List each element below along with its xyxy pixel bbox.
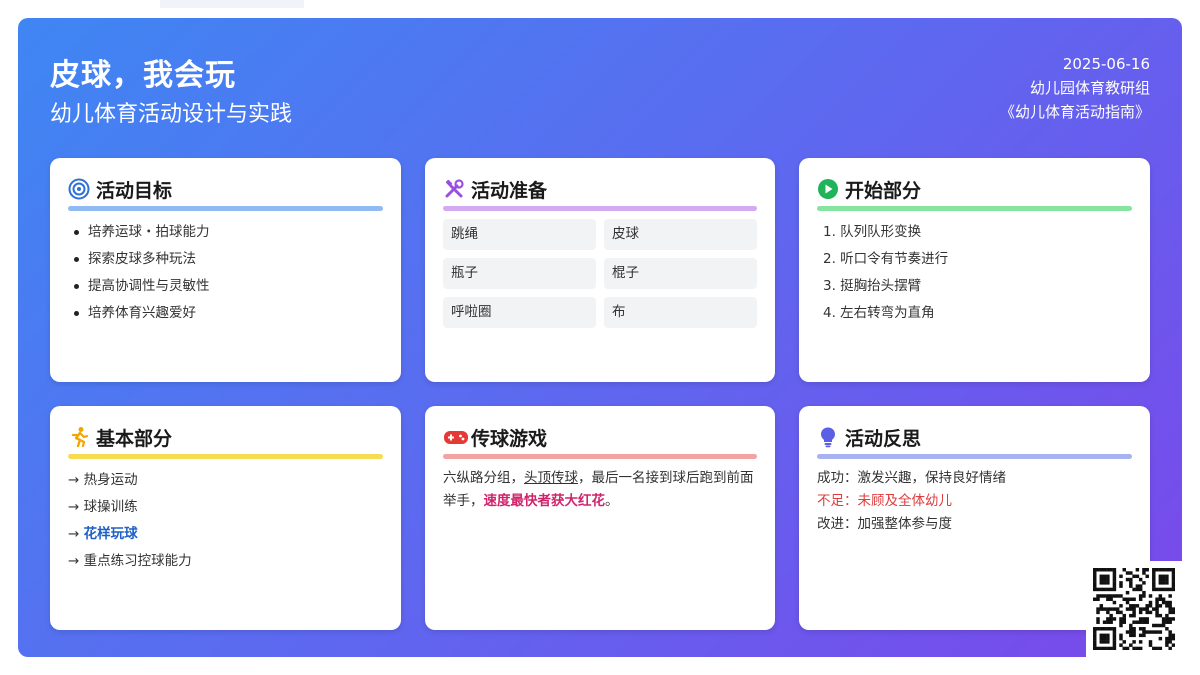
goals-title: 活动目标 [96, 179, 173, 202]
page-subtitle: 幼儿体育活动设计与实践 [50, 102, 293, 127]
top-strip [160, 0, 304, 8]
basic-card: 基本部分 → 热身运动 → 球操训练 → 花样玩球 → 重点练习控球能力 [50, 406, 401, 630]
gamepad-icon [443, 426, 468, 448]
arrow-icon: → [68, 499, 80, 515]
reflection-success: 成功：激发兴趣，保持良好情绪 [817, 470, 1006, 486]
goals-divider [68, 206, 383, 211]
slide: 皮球，我会玩 幼儿体育活动设计与实践 2025-06-16 幼儿园体育教研组 《… [18, 18, 1182, 657]
game-card: 传球游戏 六纵路分组，头顶传球，最后一名接到球后跑到前面举手，速度最快者获大红花… [425, 406, 775, 630]
list-item: 培养运球・拍球能力 [72, 219, 383, 246]
opening-header: 开始部分 [817, 176, 1132, 202]
list-item: 1. 队列队形变换 [823, 224, 922, 240]
source-label: 《幼儿体育活动指南》 [999, 103, 1150, 121]
prep-title: 活动准备 [471, 179, 548, 202]
reflection-improve: 改进：加强整体参与度 [817, 516, 952, 532]
game-divider [443, 454, 757, 459]
prep-item: 跳绳 [443, 219, 596, 250]
list-item: 4. 左右转弯为直角 [823, 305, 935, 321]
basic-list: → 热身运动 → 球操训练 → 花样玩球 → 重点练习控球能力 [68, 467, 383, 575]
author-label: 幼儿园体育教研组 [1029, 79, 1150, 97]
game-text-part: 。 [605, 493, 619, 509]
game-title: 传球游戏 [471, 427, 548, 450]
prep-item: 棍子 [604, 258, 757, 289]
opening-title: 开始部分 [845, 179, 922, 202]
target-icon [68, 178, 90, 200]
prep-grid: 跳绳 皮球 瓶子 棍子 呼啦圈 布 [443, 219, 757, 328]
arrow-icon: → [68, 472, 80, 488]
play-icon [817, 178, 839, 200]
goals-card: 活动目标 培养运球・拍球能力 探索皮球多种玩法 提高协调性与灵敏性 培养体育兴趣… [50, 158, 401, 382]
prep-item: 皮球 [604, 219, 757, 250]
opening-divider [817, 206, 1132, 211]
tools-icon [443, 178, 465, 200]
basic-title: 基本部分 [96, 427, 173, 450]
list-item: 2. 听口令有节奏进行 [823, 251, 949, 267]
prep-header: 活动准备 [443, 176, 757, 202]
reflection-list: 成功：激发兴趣，保持良好情绪 不足：未顾及全体幼儿 改进：加强整体参与度 [817, 467, 1132, 536]
prep-card: 活动准备 跳绳 皮球 瓶子 棍子 呼啦圈 布 [425, 158, 775, 382]
meta-info: 2025-06-16 幼儿园体育教研组 《幼儿体育活动指南》 [1000, 52, 1150, 124]
arrow-icon: → [68, 526, 80, 542]
list-item: → 球操训练 [68, 494, 383, 521]
list-item: 培养体育兴趣爱好 [72, 300, 383, 327]
prep-divider [443, 206, 757, 211]
basic-header: 基本部分 [68, 424, 383, 450]
runner-icon [68, 426, 90, 448]
opening-card: 开始部分 1. 队列队形变换 2. 听口令有节奏进行 3. 挺胸抬头摆臂 4. … [799, 158, 1150, 382]
game-text-highlight: 速度最快者获大红花 [483, 493, 606, 509]
list-item-label: 热身运动 [83, 472, 138, 488]
list-item: 3. 挺胸抬头摆臂 [823, 278, 922, 294]
list-item-label: 球操训练 [83, 499, 138, 515]
game-description: 六纵路分组，头顶传球，最后一名接到球后跑到前面举手，速度最快者获大红花。 [443, 467, 757, 513]
goals-header: 活动目标 [68, 176, 383, 202]
list-item: 提高协调性与灵敏性 [72, 273, 383, 300]
game-text-underline: 头顶传球 [524, 470, 578, 486]
goals-list: 培养运球・拍球能力 探索皮球多种玩法 提高协调性与灵敏性 培养体育兴趣爱好 [68, 219, 383, 327]
list-item: → 热身运动 [68, 467, 383, 494]
list-item-label: 花样玩球 [83, 526, 138, 542]
list-item: 探索皮球多种玩法 [72, 246, 383, 273]
reflection-header: 活动反思 [817, 424, 1132, 450]
date-label: 2025-06-16 [1062, 55, 1150, 73]
reflection-title: 活动反思 [845, 427, 922, 450]
prep-item: 布 [604, 297, 757, 328]
arrow-icon: → [68, 553, 80, 569]
lightbulb-icon [817, 426, 839, 448]
game-text-part: 六纵路分组， [443, 470, 524, 486]
qr-code[interactable] [1086, 561, 1182, 657]
opening-list: 1. 队列队形变换 2. 听口令有节奏进行 3. 挺胸抬头摆臂 4. 左右转弯为… [817, 219, 1132, 327]
basic-divider [68, 454, 383, 459]
prep-item: 呼啦圈 [443, 297, 596, 328]
prep-item: 瓶子 [443, 258, 596, 289]
page-title: 皮球，我会玩 [50, 58, 236, 93]
list-item: → 重点练习控球能力 [68, 548, 383, 575]
qr-code-icon [1093, 568, 1175, 650]
game-header: 传球游戏 [443, 424, 757, 450]
reflection-divider [817, 454, 1132, 459]
list-item: → 花样玩球 [68, 521, 383, 548]
list-item-label: 重点练习控球能力 [83, 553, 192, 569]
reflection-shortfall: 不足：未顾及全体幼儿 [817, 493, 952, 509]
